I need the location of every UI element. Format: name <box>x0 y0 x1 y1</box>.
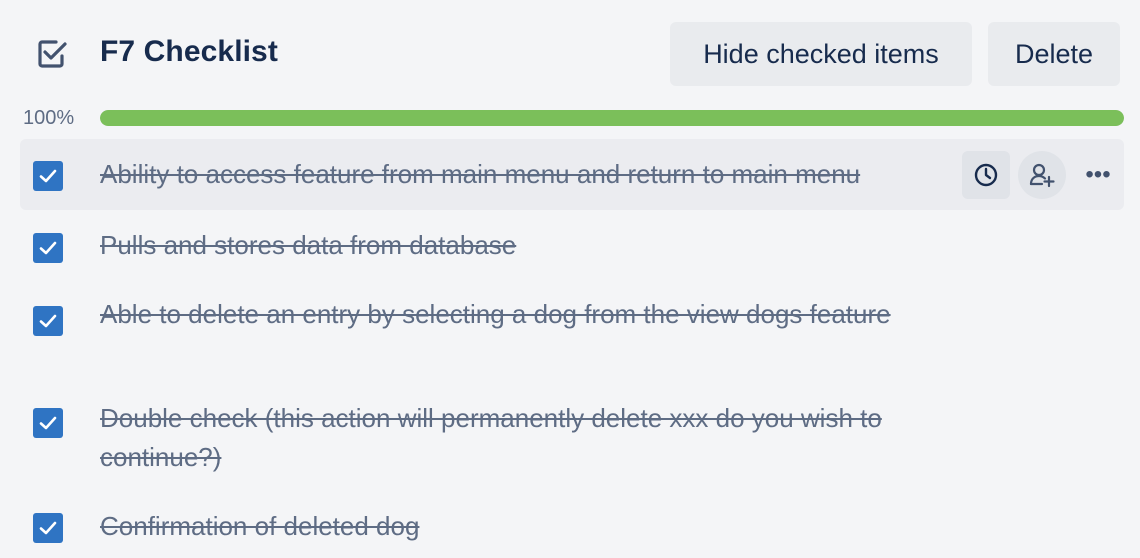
checklist-item[interactable]: Ability to access feature from main menu… <box>20 139 1124 210</box>
item-checkbox[interactable] <box>33 408 63 438</box>
item-text[interactable]: Ability to access feature from main menu… <box>100 155 980 194</box>
item-checkbox[interactable] <box>33 161 63 191</box>
delete-checklist-button[interactable]: Delete <box>988 22 1120 86</box>
checkmark-icon <box>39 416 57 430</box>
progress-percent-label: 100% <box>23 107 75 129</box>
item-checkbox[interactable] <box>33 233 63 263</box>
progress-bar <box>100 110 1124 126</box>
item-text[interactable]: Pulls and stores data from database <box>100 226 960 265</box>
hide-checked-items-button[interactable]: Hide checked items <box>670 22 972 86</box>
progress-bar-fill <box>100 110 1124 126</box>
checklist-header: F7 Checklist Hide checked items Delete <box>0 0 1140 108</box>
item-actions: ••• <box>962 151 1124 199</box>
clock-icon[interactable] <box>962 151 1010 199</box>
item-checkbox[interactable] <box>33 306 63 336</box>
more-options-icon[interactable]: ••• <box>1074 151 1122 199</box>
checklist-item[interactable]: Pulls and stores data from database <box>20 210 1124 280</box>
checkmark-icon <box>39 314 57 328</box>
checklist-item[interactable]: Double check (this action will permanent… <box>20 385 1124 493</box>
checklist-item[interactable]: Confirmation of deleted dog <box>20 493 1124 558</box>
checkmark-icon <box>39 169 57 183</box>
item-text[interactable]: Able to delete an entry by selecting a d… <box>100 295 960 334</box>
item-text[interactable]: Double check (this action will permanent… <box>100 399 960 477</box>
add-member-icon[interactable] <box>1018 151 1066 199</box>
checklist-icon <box>34 36 70 72</box>
item-checkbox[interactable] <box>33 513 63 543</box>
checkmark-icon <box>39 521 57 535</box>
checklist-title[interactable]: F7 Checklist <box>100 35 278 69</box>
checkmark-icon <box>39 241 57 255</box>
checklist-item[interactable]: Able to delete an entry by selecting a d… <box>20 280 1124 385</box>
item-text[interactable]: Confirmation of deleted dog <box>100 507 960 546</box>
